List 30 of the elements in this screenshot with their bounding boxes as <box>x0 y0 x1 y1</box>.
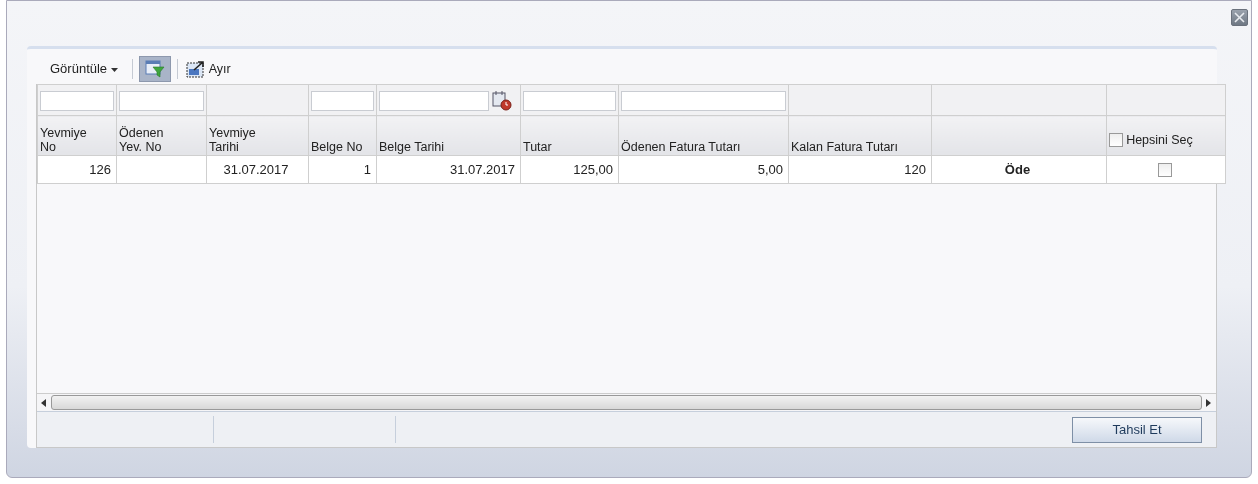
close-button[interactable] <box>1231 9 1248 26</box>
column-header[interactable]: Belge Tarihi <box>379 140 445 154</box>
table-filter-icon <box>144 60 165 78</box>
filter-field[interactable] <box>119 91 204 111</box>
table-cell: 120 <box>904 161 926 177</box>
table-cell: 125,00 <box>573 161 613 177</box>
view-menu[interactable]: Görüntüle <box>42 57 126 81</box>
filter-field[interactable] <box>379 91 489 111</box>
table-cell: 126 <box>89 161 111 177</box>
filter-field[interactable] <box>311 91 374 111</box>
detach-icon <box>185 60 206 78</box>
table-cell: 31.07.2017 <box>449 161 515 177</box>
close-icon <box>1234 12 1245 23</box>
table-cell: 1 <box>363 161 371 177</box>
right-arrow-icon <box>1206 398 1212 407</box>
caret-icon <box>110 67 118 72</box>
table-cell: 5,00 <box>757 161 783 177</box>
filter-field[interactable] <box>40 91 114 111</box>
detach-button[interactable]: Ayır <box>183 59 233 79</box>
calendar-clock-icon[interactable] <box>492 91 513 111</box>
collect-button[interactable]: Tahsil Et <box>1072 417 1202 443</box>
left-arrow-icon <box>41 398 47 407</box>
row-checkbox[interactable] <box>1157 163 1172 178</box>
filter-field[interactable] <box>523 91 616 111</box>
horizontal-scrollbar[interactable] <box>37 393 1216 411</box>
filter-toggle-button[interactable] <box>138 56 171 82</box>
column-header[interactable]: Tutar <box>523 140 552 154</box>
filter-field[interactable] <box>621 91 786 111</box>
pay-link[interactable]: Öde <box>1004 161 1031 177</box>
table-cell: 31.07.2017 <box>223 161 289 177</box>
